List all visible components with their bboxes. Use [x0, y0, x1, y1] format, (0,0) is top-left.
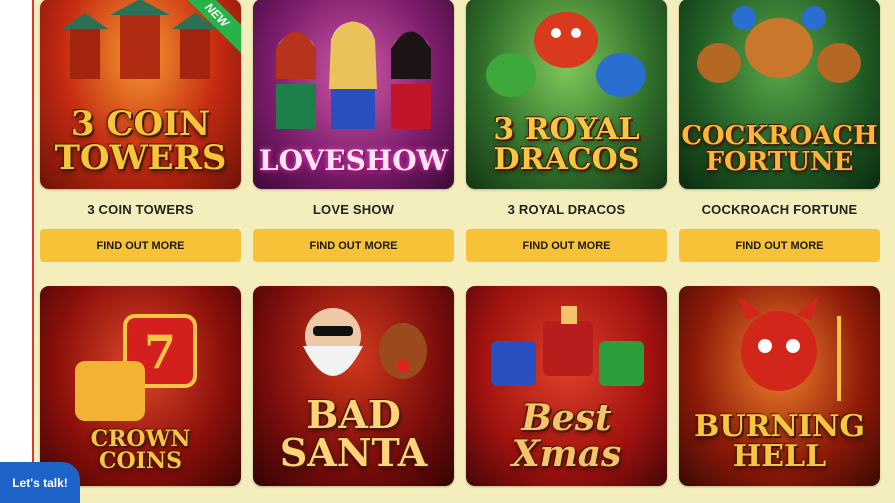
game-logo: LOVESHOW	[258, 144, 449, 177]
game-title: 3 ROYAL DRACOS	[507, 202, 626, 217]
game-thumbnail[interactable]: LOVESHOW	[253, 0, 454, 189]
lets-talk-chat-button[interactable]: Let's talk!	[0, 462, 80, 503]
game-title: LOVE SHOW	[312, 202, 395, 217]
game-thumbnail[interactable]: COCKROACH FORTUNE	[679, 0, 880, 189]
game-logo: BAD SANTA	[279, 392, 428, 475]
dragons-icon	[486, 12, 646, 97]
game-logo: BURNING HELL	[694, 409, 865, 474]
gift-bags-icon	[491, 306, 644, 386]
find-out-more-button[interactable]: FIND OUT MORE	[679, 229, 880, 262]
game-title: COCKROACH FORTUNE	[701, 202, 858, 217]
game-logo: 3 COIN TOWERS	[54, 104, 227, 178]
cockroach-boxers-icon	[697, 6, 861, 83]
game-thumbnail[interactable]: BURNING HELL	[679, 286, 880, 486]
game-thumbnail[interactable]: 7 CROWN COINS	[40, 286, 241, 486]
pagoda-towers-icon	[62, 0, 218, 79]
game-logo: 3 ROYAL DRACOS	[493, 112, 640, 177]
santa-reindeer-icon	[303, 308, 427, 379]
devil-icon	[739, 296, 841, 401]
three-women-icon	[276, 21, 431, 129]
svg-text:7: 7	[144, 325, 176, 379]
game-logo: COCKROACH FORTUNE	[681, 121, 878, 177]
find-out-more-button[interactable]: FIND OUT MORE	[40, 229, 241, 262]
game-thumbnail[interactable]: 3 COIN TOWERS NEW	[40, 0, 241, 189]
game-thumbnail[interactable]: BAD SANTA	[253, 286, 454, 486]
game-title: 3 COIN TOWERS	[87, 202, 194, 217]
new-badge: NEW	[174, 0, 241, 58]
find-out-more-button[interactable]: FIND OUT MORE	[253, 229, 454, 262]
game-grid-panel: 3 COIN TOWERS NEW 3 COIN TOWERS FIND OUT…	[32, 0, 895, 503]
dice-seven-icon: 7	[75, 314, 197, 421]
game-logo: Best Xmas	[511, 397, 622, 475]
game-thumbnail[interactable]: 3 ROYAL DRACOS	[466, 0, 667, 189]
game-thumbnail[interactable]: Best Xmas	[466, 286, 667, 486]
find-out-more-button[interactable]: FIND OUT MORE	[466, 229, 667, 262]
